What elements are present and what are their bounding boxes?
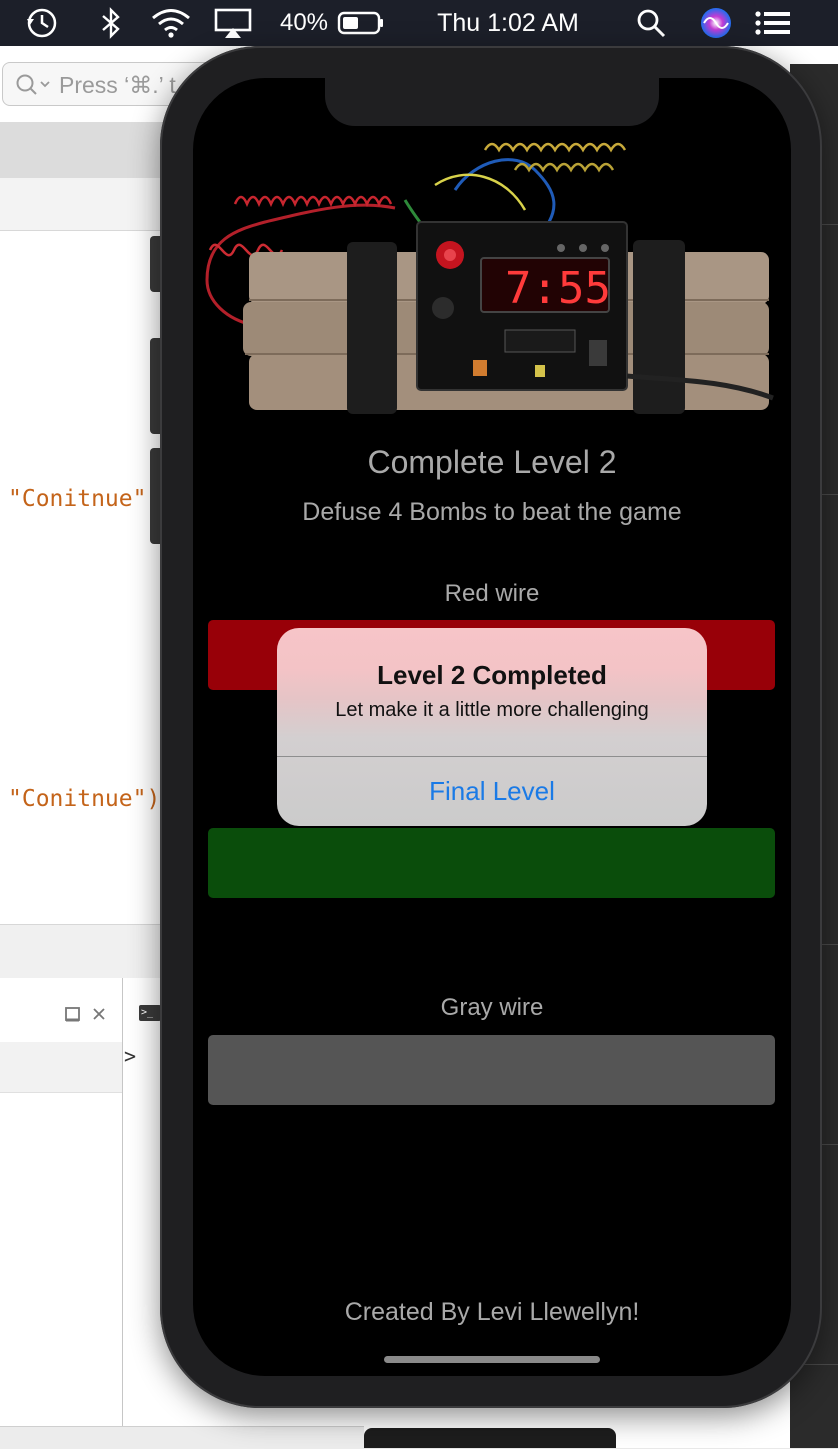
search-placeholder: Press ‘⌘.’ t	[59, 72, 176, 98]
app-screen: 7:55 Complete Level 2 Defuse 4 Bombs to …	[193, 78, 791, 1376]
code-string-literal[interactable]: "Conitnue"	[8, 486, 146, 512]
bomb-image: 7:55	[205, 142, 774, 414]
spotlight-search-icon[interactable]	[632, 0, 670, 46]
notification-center-icon[interactable]	[752, 0, 794, 46]
bluetooth-icon[interactable]	[96, 0, 126, 46]
level-title: Complete Level 2	[367, 444, 617, 480]
level-subtitle: Defuse 4 Bombs to beat the game	[302, 498, 682, 526]
credit-text: Created By Levi Llewellyn!	[344, 1298, 640, 1326]
variables-row[interactable]	[0, 1042, 122, 1093]
dock-tab	[364, 1428, 616, 1448]
siri-icon[interactable]	[698, 0, 734, 46]
iphone-simulator-frame: 7:55 Complete Level 2 Defuse 4 Bombs to …	[160, 46, 822, 1408]
menu-bar: 40% Thu 1:02 AM	[0, 0, 838, 46]
console-prompt: >	[124, 1044, 137, 1068]
search-icon	[15, 73, 53, 102]
device-notch	[325, 78, 659, 126]
red-wire-label: Red wire	[444, 580, 540, 607]
status-bar	[0, 1426, 364, 1449]
wifi-icon[interactable]	[148, 0, 194, 46]
menubar-clock[interactable]: Thu 1:02 AM	[420, 0, 596, 46]
time-machine-icon[interactable]	[20, 0, 62, 46]
bomb-timer-display: 7:55	[505, 263, 611, 314]
battery-percent[interactable]: 40%	[278, 0, 330, 46]
alert-title: Level 2 Completed	[377, 660, 607, 690]
final-level-button[interactable]: Final Level	[277, 757, 707, 826]
gray-wire-button[interactable]	[208, 1035, 775, 1105]
home-indicator[interactable]	[384, 1356, 600, 1363]
airplay-icon[interactable]	[212, 0, 254, 46]
code-string-literal[interactable]: "Conitnue")	[8, 786, 160, 812]
gray-wire-label: Gray wire	[440, 994, 544, 1021]
terminal-icon[interactable]: >_	[139, 1005, 161, 1021]
panel-controls	[64, 1004, 112, 1026]
green-wire-button[interactable]	[208, 828, 775, 898]
level-complete-alert: Level 2 Completed Let make it a little m…	[277, 628, 707, 826]
alert-message: Let make it a little more challenging	[335, 699, 649, 721]
battery-icon[interactable]	[336, 0, 386, 46]
